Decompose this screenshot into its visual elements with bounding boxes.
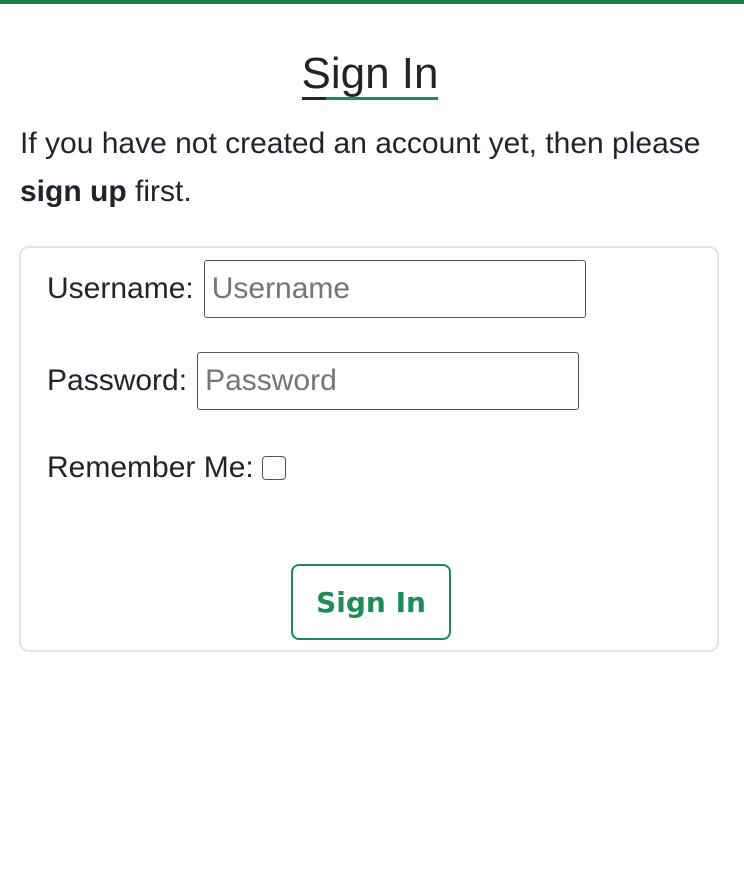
sign-in-form: Username: Password: Remember Me: Sign In [19, 246, 719, 652]
remember-me-checkbox[interactable] [261, 456, 286, 480]
remember-row: Remember Me: [47, 448, 286, 488]
password-input[interactable] [197, 352, 580, 410]
remember-me-label: Remember Me: [47, 451, 254, 484]
username-input[interactable] [203, 260, 586, 318]
username-row: Username: [47, 260, 586, 318]
top-accent-bar [0, 0, 744, 4]
page-title: Sign In [0, 44, 740, 104]
intro-text: If you have not created an account yet, … [20, 120, 720, 216]
intro-text-before: If you have not created an account yet, … [20, 127, 701, 160]
username-label: Username: [47, 272, 194, 305]
sign-in-button[interactable]: Sign In [291, 564, 451, 640]
page-title-text: Sign In [301, 44, 438, 104]
intro-text-after: first. [126, 175, 192, 208]
password-label: Password: [47, 364, 188, 397]
password-row: Password: [47, 352, 580, 410]
sign-up-emphasis: sign up [20, 175, 127, 208]
